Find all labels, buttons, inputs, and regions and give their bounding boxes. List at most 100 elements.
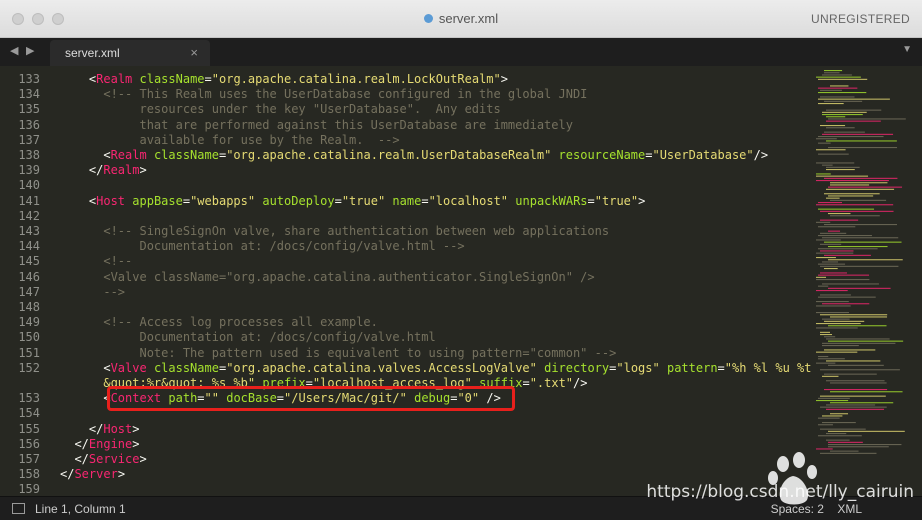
minimap-stroke bbox=[816, 221, 831, 223]
minimap-stroke bbox=[820, 331, 831, 333]
code-line[interactable]: <Realm className="org.apache.catalina.re… bbox=[60, 72, 508, 87]
code-line[interactable]: </Host> bbox=[60, 422, 140, 437]
code-token: resourceName bbox=[558, 148, 646, 162]
minimap-stroke bbox=[818, 274, 870, 276]
code-token: that are performed against this UserData… bbox=[60, 117, 573, 132]
code-token: Valve bbox=[110, 360, 147, 375]
code-editor[interactable]: 133 134 135 136 137 138 139 140 141 142 143 144 145 1… bbox=[0, 66, 922, 496]
code-token: <Valve className="org.apache.catalina.au… bbox=[60, 269, 595, 284]
minimap-stroke bbox=[824, 224, 898, 226]
tab-menu-chevron-icon[interactable]: ▼ bbox=[902, 44, 912, 55]
code-line[interactable]: </Engine> bbox=[60, 436, 140, 452]
minimap-stroke bbox=[830, 316, 888, 318]
minimap-stroke bbox=[824, 373, 877, 375]
line-number: 158 bbox=[18, 467, 40, 482]
minimap-stroke bbox=[818, 435, 862, 437]
code-line[interactable]: <!-- Access log processes all example. bbox=[60, 315, 378, 330]
minimap-stroke bbox=[820, 452, 877, 454]
code-line[interactable]: <Valve className="org.apache.catalina.au… bbox=[60, 269, 595, 285]
title-bar: server.xml UNREGISTERED bbox=[0, 0, 922, 38]
code-line[interactable]: <!-- SingleSignOn valve, share authentic… bbox=[60, 224, 609, 239]
line-number: 139 bbox=[18, 163, 40, 178]
code-line[interactable]: that are performed against this UserData… bbox=[60, 117, 573, 133]
code-line[interactable]: </Service> bbox=[60, 452, 147, 467]
line-number: 144 bbox=[18, 239, 40, 254]
code-line[interactable]: <Realm className="org.apache.catalina.re… bbox=[60, 148, 768, 163]
code-token: "localhost" bbox=[428, 193, 509, 208]
tab-server-xml[interactable]: server.xml × bbox=[50, 40, 210, 66]
code-line[interactable]: resources under the key "UserDatabase". … bbox=[60, 102, 500, 117]
code-token: available for use by the Realm. --> bbox=[60, 132, 400, 147]
code-area[interactable]: <Realm className="org.apache.catalina.re… bbox=[60, 66, 812, 496]
line-number: 152 bbox=[18, 360, 40, 375]
minimap-stroke bbox=[816, 301, 849, 303]
minimap-stroke bbox=[816, 149, 846, 151]
code-token: /> bbox=[573, 376, 588, 390]
minimap-stroke bbox=[820, 219, 859, 221]
code-line[interactable]: available for use by the Realm. --> bbox=[60, 132, 400, 148]
code-line[interactable]: --> bbox=[60, 285, 125, 300]
minimap-stroke bbox=[820, 96, 855, 98]
minimap-stroke bbox=[816, 312, 849, 314]
back-arrow-icon[interactable]: ◀ bbox=[10, 44, 18, 57]
code-token: "logs" bbox=[616, 360, 660, 375]
code-line[interactable]: Note: The pattern used is equivalent to … bbox=[60, 346, 616, 361]
minimap-stroke bbox=[824, 241, 902, 243]
code-line[interactable]: <Valve className = "org.apache.catalina.va… bbox=[60, 361, 811, 376]
minimap-stroke bbox=[828, 287, 891, 289]
code-line[interactable]: Documentation at: /docs/config/valve.htm… bbox=[60, 239, 464, 254]
minimap-stroke bbox=[828, 340, 904, 342]
minimap-stroke bbox=[824, 70, 843, 72]
close-tab-icon[interactable]: × bbox=[190, 45, 198, 60]
code-line[interactable]: Documentation at: /docs/config/valve.htm… bbox=[60, 330, 435, 345]
code-token: Host bbox=[103, 421, 133, 436]
minimap-stroke bbox=[816, 76, 861, 78]
minimap-stroke bbox=[816, 323, 861, 325]
license-status: UNREGISTERED bbox=[811, 12, 910, 26]
minimap-stroke bbox=[816, 239, 841, 241]
line-number: 140 bbox=[18, 178, 40, 193]
line-number: 155 bbox=[18, 421, 40, 436]
minimap-stroke bbox=[822, 375, 839, 377]
highlight-annotation-box bbox=[107, 386, 515, 411]
forward-arrow-icon[interactable]: ▶ bbox=[26, 44, 34, 57]
window-title-group: server.xml bbox=[0, 11, 922, 26]
panel-toggle-icon[interactable] bbox=[12, 503, 25, 514]
line-number: 154 bbox=[18, 406, 40, 421]
minimap-stroke bbox=[818, 226, 856, 228]
code-line[interactable]: <Host appBase="webapps" autoDeploy="true… bbox=[60, 194, 645, 209]
code-line[interactable]: <!-- bbox=[60, 254, 132, 269]
minimap-stroke bbox=[820, 314, 888, 316]
code-token: className bbox=[153, 148, 219, 162]
minimap-stroke bbox=[816, 180, 889, 182]
code-token: Service bbox=[88, 452, 140, 466]
minimap-stroke bbox=[818, 296, 876, 298]
minimap-stroke bbox=[816, 204, 894, 206]
code-line[interactable]: <!-- This Realm uses the UserDatabase co… bbox=[60, 87, 587, 102]
code-line[interactable]: </Realm> bbox=[60, 163, 147, 178]
minimap-stroke bbox=[822, 133, 894, 135]
minimap-stroke bbox=[828, 230, 841, 232]
minimap-stroke bbox=[820, 334, 833, 336]
minimap-stroke bbox=[818, 87, 858, 89]
line-number: 153 bbox=[18, 391, 40, 406]
minimap-stroke bbox=[822, 318, 850, 320]
minimap-stroke bbox=[828, 213, 851, 215]
code-token: name bbox=[392, 193, 422, 208]
code-token: appBase bbox=[132, 193, 183, 208]
minimap[interactable] bbox=[812, 66, 922, 496]
line-number: 142 bbox=[18, 208, 40, 223]
code-token: > bbox=[139, 452, 147, 466]
code-line[interactable]: </Server> bbox=[60, 467, 125, 482]
minimap-stroke bbox=[826, 127, 855, 129]
minimap-stroke bbox=[828, 147, 898, 149]
minimap-stroke bbox=[826, 439, 850, 441]
minimap-stroke bbox=[826, 166, 860, 168]
code-token: > bbox=[132, 436, 140, 451]
minimap-stroke bbox=[824, 193, 880, 195]
code-token: "org.apache.catalina.realm.LockOutRealm" bbox=[211, 72, 501, 86]
minimap-stroke bbox=[828, 444, 902, 446]
minimap-stroke bbox=[818, 417, 840, 419]
code-token: = bbox=[334, 193, 342, 208]
code-token: </ bbox=[60, 163, 104, 178]
